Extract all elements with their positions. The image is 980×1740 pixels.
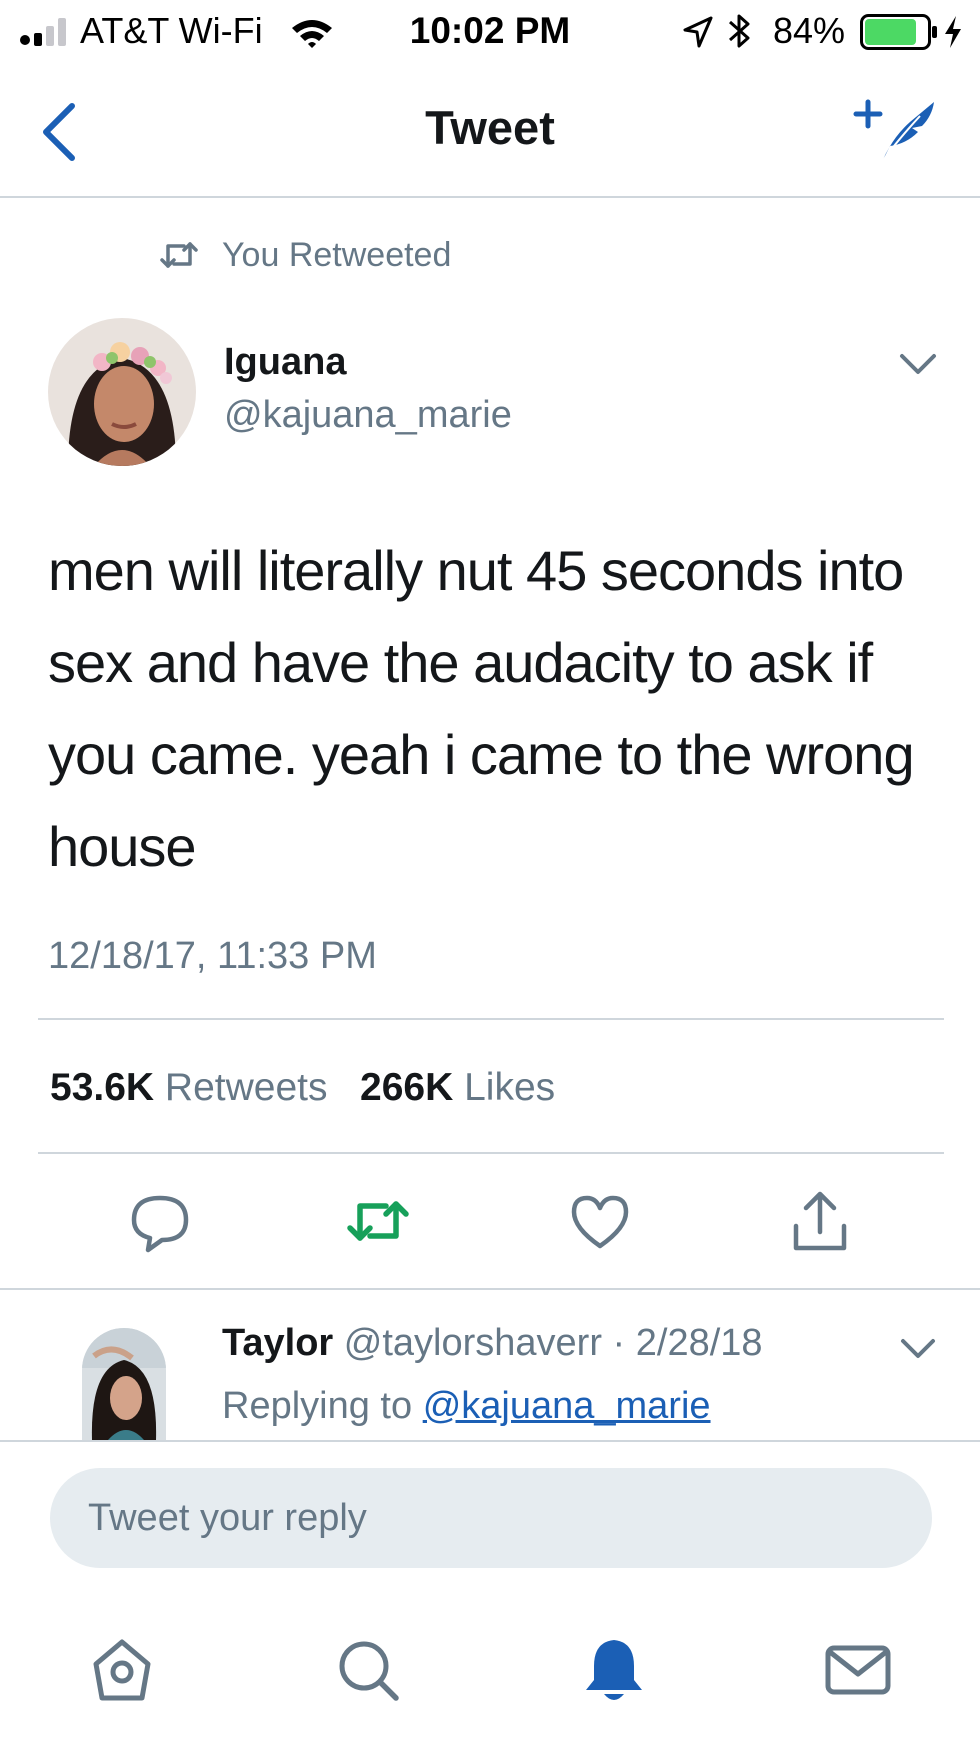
- retweet-icon: [160, 242, 198, 268]
- search-icon[interactable]: [332, 1634, 404, 1706]
- author-avatar[interactable]: [48, 318, 196, 466]
- battery-icon: [860, 14, 937, 50]
- reply-input[interactable]: Tweet your reply: [50, 1468, 932, 1568]
- compose-tweet-icon[interactable]: [852, 94, 936, 168]
- reply-author-name[interactable]: Taylor: [222, 1322, 333, 1364]
- divider: [38, 1018, 944, 1020]
- page-title: Tweet: [425, 101, 555, 154]
- divider: [38, 1152, 944, 1154]
- reply-avatar[interactable]: [82, 1328, 166, 1440]
- reply-icon[interactable]: [128, 1190, 192, 1254]
- chevron-down-icon[interactable]: [896, 348, 940, 382]
- messages-icon[interactable]: [822, 1634, 894, 1706]
- status-bar: AT&T Wi-Fi 10:02 PM 84%: [0, 0, 980, 64]
- reply-handle-date[interactable]: @taylorshaverr · 2/28/18: [344, 1322, 763, 1364]
- home-icon[interactable]: [86, 1634, 158, 1706]
- tweet-timestamp: 12/18/17, 11:33 PM: [48, 935, 377, 977]
- like-count[interactable]: 266K: [360, 1066, 453, 1109]
- replying-to-link[interactable]: @kajuana_marie: [423, 1385, 711, 1427]
- retweet-context-label: You Retweeted: [222, 236, 452, 274]
- retweet-label[interactable]: Retweets: [165, 1066, 328, 1109]
- tweet-stats: 53.6K Retweets 266K Likes: [50, 1066, 555, 1110]
- retweet-icon[interactable]: [346, 1190, 410, 1254]
- bluetooth-icon: [729, 14, 750, 48]
- divider: [0, 1288, 980, 1290]
- retweet-count[interactable]: 53.6K: [50, 1066, 154, 1109]
- reply-header: Taylor @taylorshaverr · 2/28/18: [222, 1322, 763, 1365]
- charging-bolt-icon: [945, 16, 961, 48]
- share-icon[interactable]: [788, 1190, 852, 1254]
- like-label[interactable]: Likes: [464, 1066, 555, 1109]
- replying-to: Replying to @kajuana_marie: [222, 1385, 711, 1428]
- author-handle[interactable]: @kajuana_marie: [224, 394, 512, 437]
- battery-percentage: 84%: [773, 10, 846, 51]
- navigation-bar: Tweet: [0, 64, 980, 198]
- location-arrow-icon: [683, 16, 713, 48]
- replying-to-prefix: Replying to: [222, 1385, 413, 1427]
- heart-icon[interactable]: [568, 1190, 632, 1254]
- notifications-icon[interactable]: [578, 1634, 650, 1706]
- tweet-text: men will literally nut 45 seconds into s…: [48, 539, 915, 878]
- author-name[interactable]: Iguana: [224, 341, 346, 384]
- chevron-down-icon[interactable]: [898, 1334, 938, 1364]
